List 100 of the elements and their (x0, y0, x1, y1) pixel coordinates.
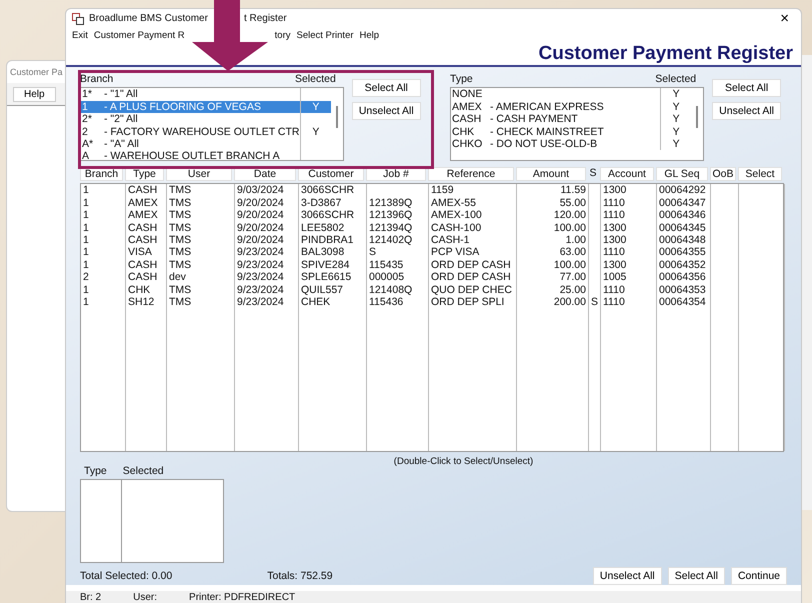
table-cell: 77.00 (517, 271, 589, 284)
list-item[interactable]: CASH - CASH PAYMENT Y (450, 113, 692, 126)
table-cell: 1110 (601, 209, 657, 222)
list-item[interactable]: A* - "A" All (81, 138, 331, 150)
action-button[interactable]: Select All (668, 567, 725, 586)
table-cell: 1110 (601, 296, 657, 308)
window-title: t Register (244, 13, 287, 24)
table-cell: TMS (167, 196, 235, 210)
total-selected: Total Selected: 0.00 (80, 570, 172, 582)
select-button[interactable]: Select All (352, 79, 421, 98)
status-text: Printer: PDFREDIRECT (189, 592, 296, 603)
table-cell: 00064354 (657, 296, 711, 308)
table-cell: 115435 (367, 258, 429, 272)
select-button[interactable]: Unselect All (352, 102, 421, 120)
table-cell: 1300 (601, 184, 657, 197)
table-cell: dev (167, 271, 235, 284)
table-cell: TMS (167, 209, 235, 222)
table-cell: 00064346 (657, 209, 711, 222)
select-button[interactable]: Select All (712, 79, 781, 98)
select-button[interactable]: Unselect All (712, 102, 781, 120)
table-cell: 1159 (429, 184, 517, 197)
list-item[interactable]: CHK - CHECK MAINSTREET Y (450, 126, 692, 138)
table-cell: CASH-1 (429, 234, 517, 246)
table-cell: 9/20/2024 (235, 196, 299, 210)
table-cell: 00064348 (657, 234, 711, 246)
table-cell: 100.00 (517, 222, 589, 234)
column-header[interactable]: Account (600, 167, 654, 182)
action-button[interactable]: Unselect All (592, 567, 662, 586)
table-cell: TMS (167, 296, 235, 308)
table-cell: 120.00 (517, 209, 589, 222)
list-item[interactable]: AMEX - AMERICAN EXPRESS Y (450, 100, 692, 114)
window-title: Broadlume BMS Customer (89, 13, 208, 24)
table-cell: AMEX-55 (429, 196, 517, 210)
table-cell: 3066SCHR (299, 209, 367, 222)
list-item[interactable]: 2 - FACTORY WAREHOUSE OUTLET CTR Y (81, 126, 331, 138)
list-item[interactable]: 1 - A PLUS FLOORING OF VEGAS Y (81, 100, 331, 114)
help-button[interactable]: Help (13, 86, 56, 102)
table-cell: SPIVE284 (299, 258, 367, 272)
scrollbar-thumb[interactable] (336, 106, 338, 128)
table-cell: 1300 (601, 234, 657, 246)
menu-item[interactable]: Help (356, 30, 382, 41)
table-cell: TMS (167, 234, 235, 246)
page-title: Customer Payment Register (538, 43, 793, 66)
column-header[interactable]: Select (738, 167, 782, 182)
table-cell: 1300 (601, 222, 657, 234)
table-cell: CASH (126, 258, 167, 272)
menu-item[interactable]: Customer Payment R (90, 30, 188, 41)
table-cell: 1 (81, 209, 126, 222)
table-cell: S (589, 296, 601, 308)
menu-item[interactable]: Exit (69, 30, 91, 41)
menu-item[interactable]: Select Printer (294, 30, 357, 41)
table-cell: 00064347 (657, 196, 711, 210)
list-item[interactable]: NONE Y (450, 88, 692, 101)
table-cell: 9/03/2024 (235, 184, 299, 197)
column-label: Selected (122, 465, 164, 478)
column-header[interactable]: S (588, 167, 598, 182)
table-cell: ORD DEP SPLI (429, 296, 517, 308)
close-button[interactable]: × (774, 10, 795, 28)
table-cell: 9/23/2024 (235, 284, 299, 296)
table-cell: 1 (81, 184, 126, 197)
table-cell: AMEX-100 (429, 209, 517, 222)
menu-item[interactable]: tory (272, 30, 294, 41)
table-cell: 1 (81, 258, 126, 272)
table-cell: CASH (126, 271, 167, 284)
table-cell: 00064355 (657, 246, 711, 259)
table-cell: 11.59 (517, 184, 589, 197)
column-header[interactable]: OoB (710, 167, 736, 182)
action-button[interactable]: Continue (730, 567, 787, 586)
table-cell: 9/23/2024 (235, 258, 299, 272)
table-cell: 3066SCHR (299, 184, 367, 197)
table-cell: 25.00 (517, 284, 589, 296)
column-label: Selected (294, 73, 336, 88)
table-cell: 00064292 (657, 184, 711, 197)
table-cell: TMS (167, 284, 235, 296)
list-item[interactable]: A - WAREHOUSE OUTLET BRANCH A (81, 150, 331, 160)
table-cell: CASH (126, 234, 167, 246)
table-cell: QUO DEP CHEC (429, 284, 517, 296)
table-cell: 9/20/2024 (235, 209, 299, 222)
list-item[interactable]: 2* - "2" All (81, 113, 331, 126)
column-label: Type (84, 465, 107, 478)
table-cell: 121402Q (367, 234, 429, 246)
hint-text: (Double-Click to Select/Unselect) (394, 456, 534, 468)
table-cell: CASH (126, 222, 167, 234)
table-cell: 1 (81, 296, 126, 308)
table-cell: 2 (81, 271, 126, 284)
table-cell: 9/20/2024 (235, 234, 299, 246)
table-cell: 00064353 (657, 284, 711, 296)
table-cell: 1 (81, 284, 126, 296)
column-header[interactable]: Reference (428, 167, 514, 182)
column-header[interactable]: Amount (516, 167, 586, 182)
table-cell: LEE5802 (299, 222, 367, 234)
scrollbar-thumb[interactable] (696, 106, 698, 128)
table-cell: ORD DEP CASH (429, 258, 517, 272)
table-cell: 1110 (601, 284, 657, 296)
column-header[interactable]: GL Seq (656, 167, 708, 182)
list-item[interactable]: CHKO - DO NOT USE-OLD-B Y (450, 138, 692, 150)
table-cell: SH12 (126, 296, 167, 308)
table-cell: TMS (167, 258, 235, 272)
column-label: Type (450, 73, 473, 88)
column-label: Selected (655, 73, 696, 88)
